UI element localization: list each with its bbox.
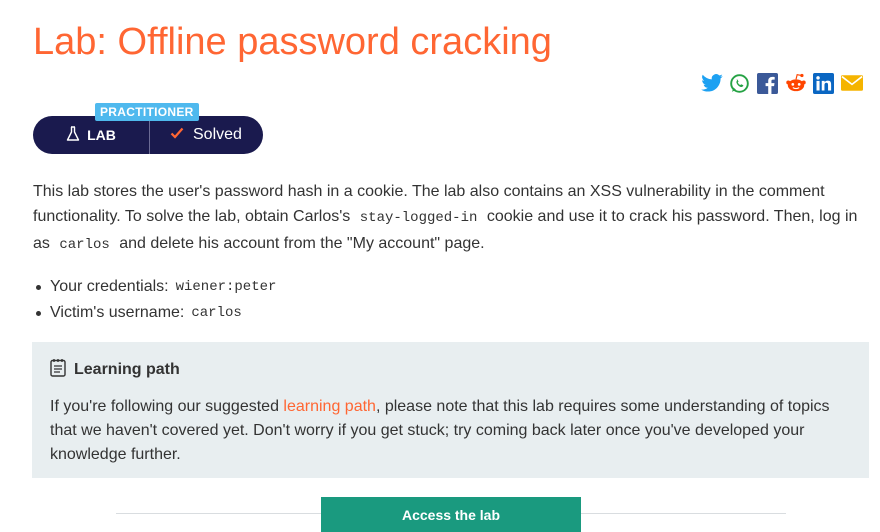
- solved-label: Solved: [193, 126, 242, 143]
- credentials-list: Your credentials: wiener:peter Victim's …: [33, 274, 282, 326]
- lab-status-pill: LAB Solved: [33, 116, 263, 154]
- linkedin-icon[interactable]: [812, 72, 835, 94]
- page-title: Lab: Offline password cracking: [33, 21, 552, 63]
- victim-username-value: carlos: [186, 300, 247, 326]
- credentials-label: Your credentials:: [50, 278, 169, 295]
- description-text: and delete his account from the "My acco…: [119, 235, 485, 252]
- notepad-icon: [50, 358, 66, 382]
- flask-icon: [66, 125, 80, 145]
- list-item: Victim's username: carlos: [33, 300, 281, 326]
- learning-path-text-start: If you're following our suggested: [50, 398, 279, 415]
- learning-path-text: If you're following our suggested learni…: [50, 395, 840, 467]
- learning-path-heading: Learning path: [74, 361, 180, 378]
- share-bar: [700, 72, 863, 94]
- bullet: [36, 310, 41, 316]
- twitter-icon[interactable]: [700, 72, 723, 94]
- credentials-value: wiener:peter: [170, 274, 282, 300]
- checkmark-icon: [170, 126, 184, 144]
- lab-description: This lab stores the user's password hash…: [33, 179, 863, 258]
- cookie-name-code: stay-logged-in: [354, 210, 483, 226]
- access-lab-button[interactable]: Access the lab: [321, 497, 581, 532]
- solved-status: Solved: [150, 126, 242, 144]
- level-badge: PRACTITIONER: [95, 103, 199, 121]
- victim-username-label: Victim's username:: [50, 304, 185, 321]
- bullet: [36, 284, 41, 290]
- email-icon[interactable]: [840, 72, 863, 94]
- learning-path-header: Learning path: [50, 358, 851, 382]
- username-code: carlos: [54, 237, 115, 253]
- whatsapp-icon[interactable]: [728, 72, 751, 94]
- learning-path-link[interactable]: learning path: [283, 398, 376, 415]
- learning-path-box: Learning path If you're following our su…: [32, 342, 869, 478]
- lab-type: LAB: [33, 125, 149, 145]
- list-item: Your credentials: wiener:peter: [33, 274, 282, 300]
- facebook-icon[interactable]: [756, 72, 779, 94]
- lab-type-label: LAB: [87, 127, 116, 143]
- reddit-icon[interactable]: [784, 72, 807, 94]
